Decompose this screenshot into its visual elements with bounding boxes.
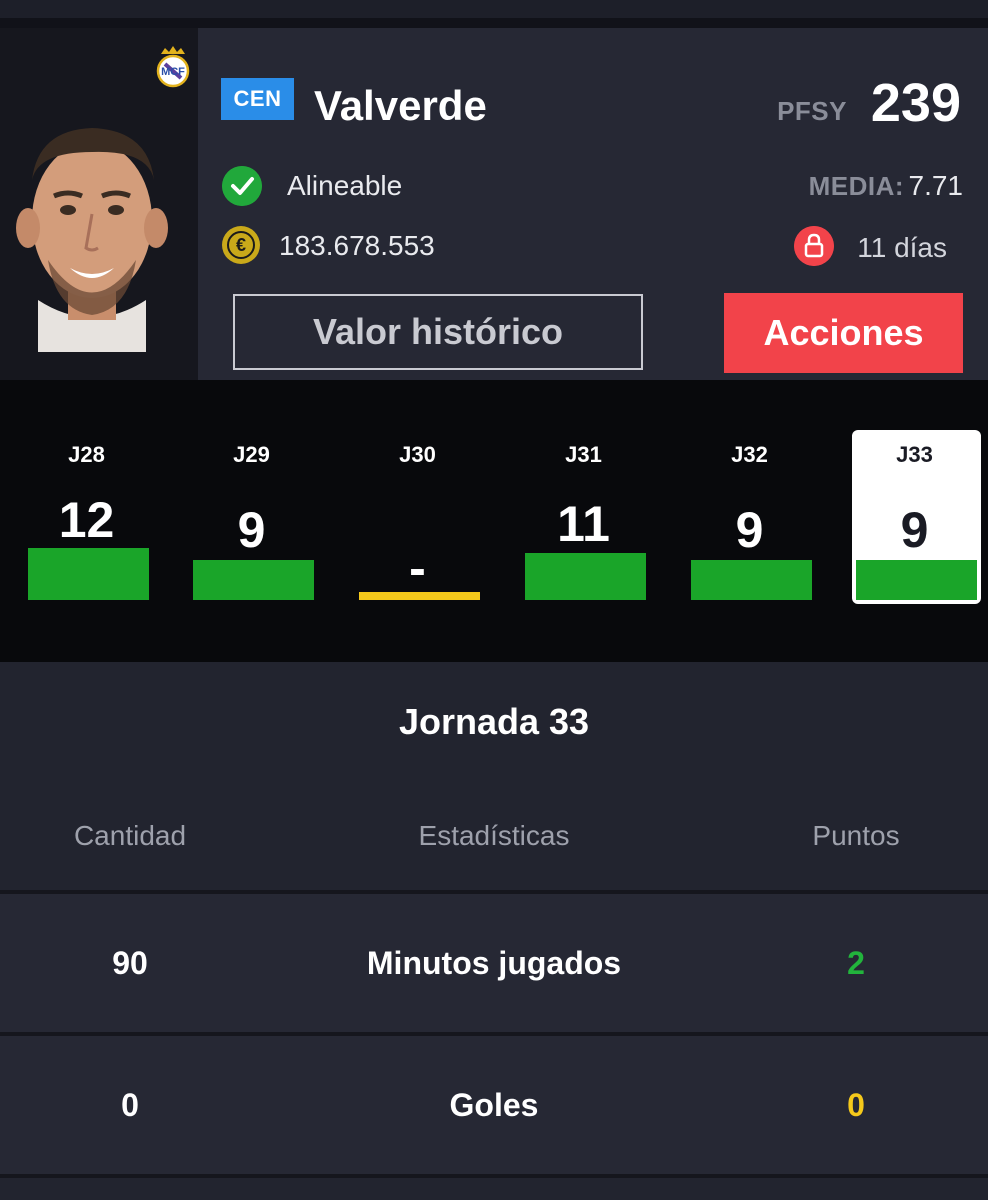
round-points: - [409, 540, 426, 596]
round-bar [28, 548, 149, 600]
round-points: 9 [735, 502, 764, 558]
media-label: MEDIA: [808, 171, 904, 201]
column-header-puntos: Puntos [812, 820, 900, 851]
player-portrait [16, 128, 168, 352]
row-divider [0, 1174, 988, 1178]
round-points: 11 [557, 496, 610, 552]
column-header-cantidad: Cantidad [73, 820, 187, 851]
check-icon [222, 166, 262, 206]
round-j32[interactable]: J32 9 [687, 380, 812, 662]
player-header: MCF CEN Valverde PFSY 239 Alineable MEDI… [0, 28, 988, 380]
actions-button[interactable]: Acciones [724, 293, 963, 373]
round-j33[interactable]: J33 9 [852, 380, 981, 662]
euro-coin-icon: € [222, 226, 260, 264]
market-value: 183.678.553 [279, 230, 435, 261]
pfsy-value: 239 [870, 73, 961, 133]
round-points: 9 [237, 502, 266, 558]
position-badge: CEN [221, 78, 294, 120]
status-text: Alineable [287, 170, 403, 201]
round-bar [193, 560, 314, 600]
media-value: 7.71 [908, 170, 964, 201]
round-j31[interactable]: J31 11 [521, 380, 646, 662]
round-label: J31 [565, 442, 602, 467]
top-bar-divider [0, 18, 988, 28]
round-label: J28 [68, 442, 105, 467]
lock-icon [794, 226, 834, 266]
stat-quantity: 0 [121, 1087, 139, 1123]
stat-points: 2 [847, 945, 865, 981]
round-bar [525, 553, 646, 600]
round-label: J33 [896, 442, 933, 467]
top-bar [0, 0, 988, 18]
stat-row: 90 Minutos jugados 2 [0, 894, 988, 1032]
round-label: J32 [731, 442, 768, 467]
round-bar [359, 592, 480, 600]
jornada-title: Jornada 33 [398, 701, 590, 742]
column-header-estadisticas: Estadísticas [418, 820, 570, 851]
round-points: 9 [900, 502, 929, 558]
round-bar [856, 560, 977, 600]
stat-points: 0 [847, 1087, 865, 1123]
stat-name: Minutos jugados [366, 945, 622, 981]
round-j30[interactable]: J30 - [355, 380, 480, 662]
round-label: J30 [399, 442, 436, 467]
round-j28[interactable]: J28 12 [24, 380, 149, 662]
round-j29[interactable]: J29 9 [189, 380, 314, 662]
player-name: Valverde [314, 82, 487, 129]
svg-text:MCF: MCF [161, 66, 185, 78]
stat-quantity: 90 [112, 945, 148, 981]
stat-name: Goles [449, 1087, 539, 1123]
historical-value-button[interactable]: Valor histórico [233, 294, 643, 370]
round-points-strip: J28 12 J29 9 J30 - J31 11 J32 9 J33 9 [0, 380, 988, 662]
pfsy-label: PFSY [777, 96, 847, 126]
round-label: J29 [233, 442, 270, 467]
lock-days: 11 días [857, 232, 947, 263]
round-points: 12 [58, 492, 115, 548]
round-bar [691, 560, 812, 600]
player-photo-panel: MCF [0, 28, 198, 380]
stat-row: 0 Goles 0 [0, 1036, 988, 1174]
real-madrid-crest-icon: MCF [156, 46, 190, 88]
